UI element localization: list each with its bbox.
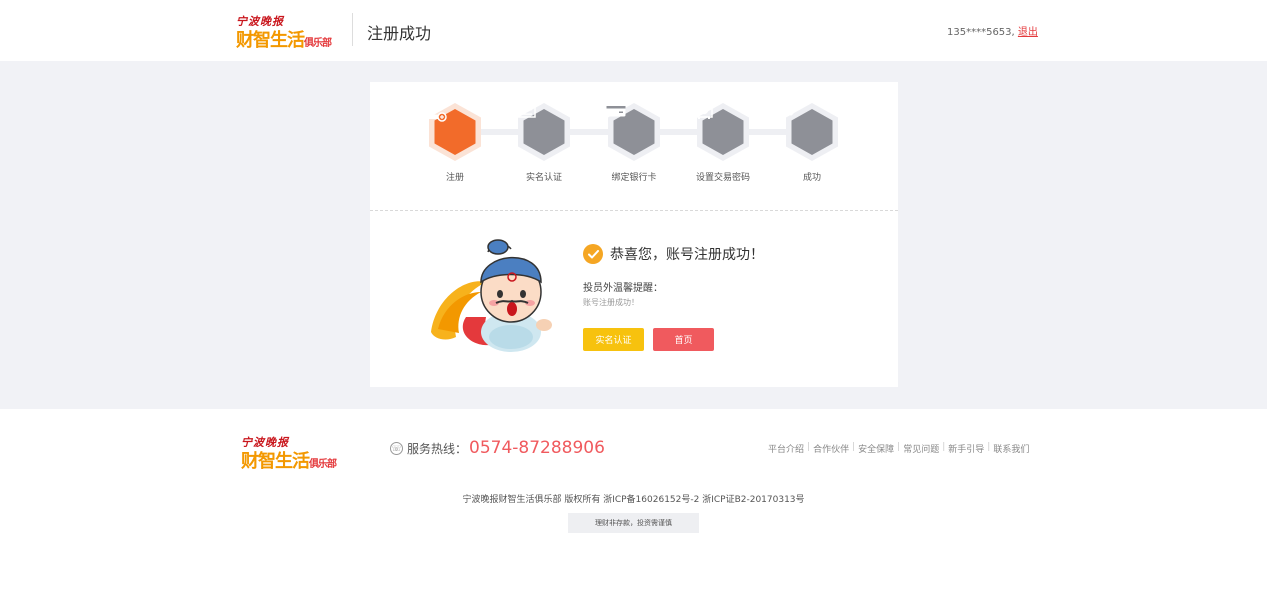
check-icon [784, 102, 840, 162]
step-label: 设置交易密码 [695, 173, 750, 183]
link-separator: | [987, 442, 991, 452]
success-card: 注册 实名认证 绑定银行卡 设置交易密码 成功 恭喜您，账号注册成功！ 投员外温… [370, 82, 898, 387]
logo-line2-main: 财智生活 [236, 30, 305, 51]
step-hex [427, 102, 483, 162]
footer-logo-line2-small: 俱乐部 [309, 459, 337, 470]
phone-icon: ☏ [390, 441, 403, 455]
footer-logo-line2-main: 财智生活 [241, 451, 310, 472]
mascot-illustration [426, 237, 561, 367]
footer-link-platform[interactable]: 平台介绍 [768, 442, 804, 455]
tip-text: 账号注册成功！ [583, 298, 639, 307]
footer-link-contact[interactable]: 联系我们 [993, 442, 1029, 455]
hotline-label: 服务热线： [407, 441, 468, 456]
dashed-divider [370, 210, 898, 211]
bank-card-icon [606, 102, 662, 162]
realname-verify-button[interactable]: 实名认证 [583, 328, 644, 351]
main-area: 注册 实名认证 绑定银行卡 设置交易密码 成功 恭喜您，账号注册成功！ 投员外温… [0, 61, 1267, 409]
hotline: ☏ 服务热线： 0574-87288906 [390, 438, 605, 458]
step-realname: 实名认证 [499, 102, 589, 183]
link-separator: | [942, 442, 946, 452]
hotline-number: 0574-87288906 [469, 438, 605, 458]
step-register: 注册 [410, 102, 500, 183]
safe-icon [695, 102, 751, 162]
step-success: 成功 [767, 102, 857, 183]
step-label: 成功 [802, 173, 821, 183]
tip-title: 投员外温馨提醒： [583, 283, 663, 294]
logo-line2-small: 俱乐部 [304, 38, 332, 49]
success-title-text: 恭喜您，账号注册成功！ [610, 247, 764, 263]
logout-link[interactable]: 退出 [1018, 27, 1038, 38]
step-trade-password: 设置交易密码 [678, 102, 768, 183]
footer-logo-line2: 财智生活俱乐部 [241, 447, 337, 473]
link-separator: | [897, 442, 901, 452]
page-title: 注册成功 [367, 24, 432, 43]
step-hex [784, 102, 840, 162]
logo-line2: 财智生活俱乐部 [236, 26, 332, 52]
footer: 宁波晚报 财智生活俱乐部 ☏ 服务热线： 0574-87288906 平台介绍 |… [0, 409, 1267, 595]
footer-link-security[interactable]: 安全保障 [858, 442, 894, 455]
step-hex [695, 102, 751, 162]
footer-links: 平台介绍 | 合作伙伴 | 安全保障 | 常见问题 | 新手引导 | 联系我们 [768, 442, 1029, 455]
step-bind-card: 绑定银行卡 [589, 102, 679, 183]
step-hex [606, 102, 662, 162]
footer-logo[interactable]: 宁波晚报 财智生活俱乐部 [241, 434, 346, 473]
copyright: 宁波晚报财智生活俱乐部 版权所有 浙ICP备16026152号-2 浙ICP证B… [462, 495, 805, 505]
risk-notice: 理财非存款，投资需谨慎 [568, 513, 699, 533]
id-card-icon [516, 102, 572, 162]
user-phone: 135****5653, [947, 27, 1015, 38]
success-title: 恭喜您，账号注册成功！ [583, 244, 764, 264]
step-label: 绑定银行卡 [611, 173, 657, 183]
header-divider [352, 13, 353, 46]
footer-link-guide[interactable]: 新手引导 [948, 442, 984, 455]
step-hex [516, 102, 572, 162]
step-label: 实名认证 [525, 173, 562, 183]
success-check-icon [583, 244, 603, 264]
user-area: 135****5653, 退出 [947, 23, 1038, 38]
site-logo[interactable]: 宁波晚报 财智生活俱乐部 [236, 13, 341, 52]
link-separator: | [852, 442, 856, 452]
user-add-icon [427, 102, 483, 162]
footer-link-faq[interactable]: 常见问题 [903, 442, 939, 455]
step-label: 注册 [445, 173, 464, 183]
home-button[interactable]: 首页 [653, 328, 714, 351]
footer-link-partners[interactable]: 合作伙伴 [813, 442, 849, 455]
link-separator: | [807, 442, 811, 452]
header: 宁波晚报 财智生活俱乐部 注册成功 135****5653, 退出 [0, 0, 1267, 61]
